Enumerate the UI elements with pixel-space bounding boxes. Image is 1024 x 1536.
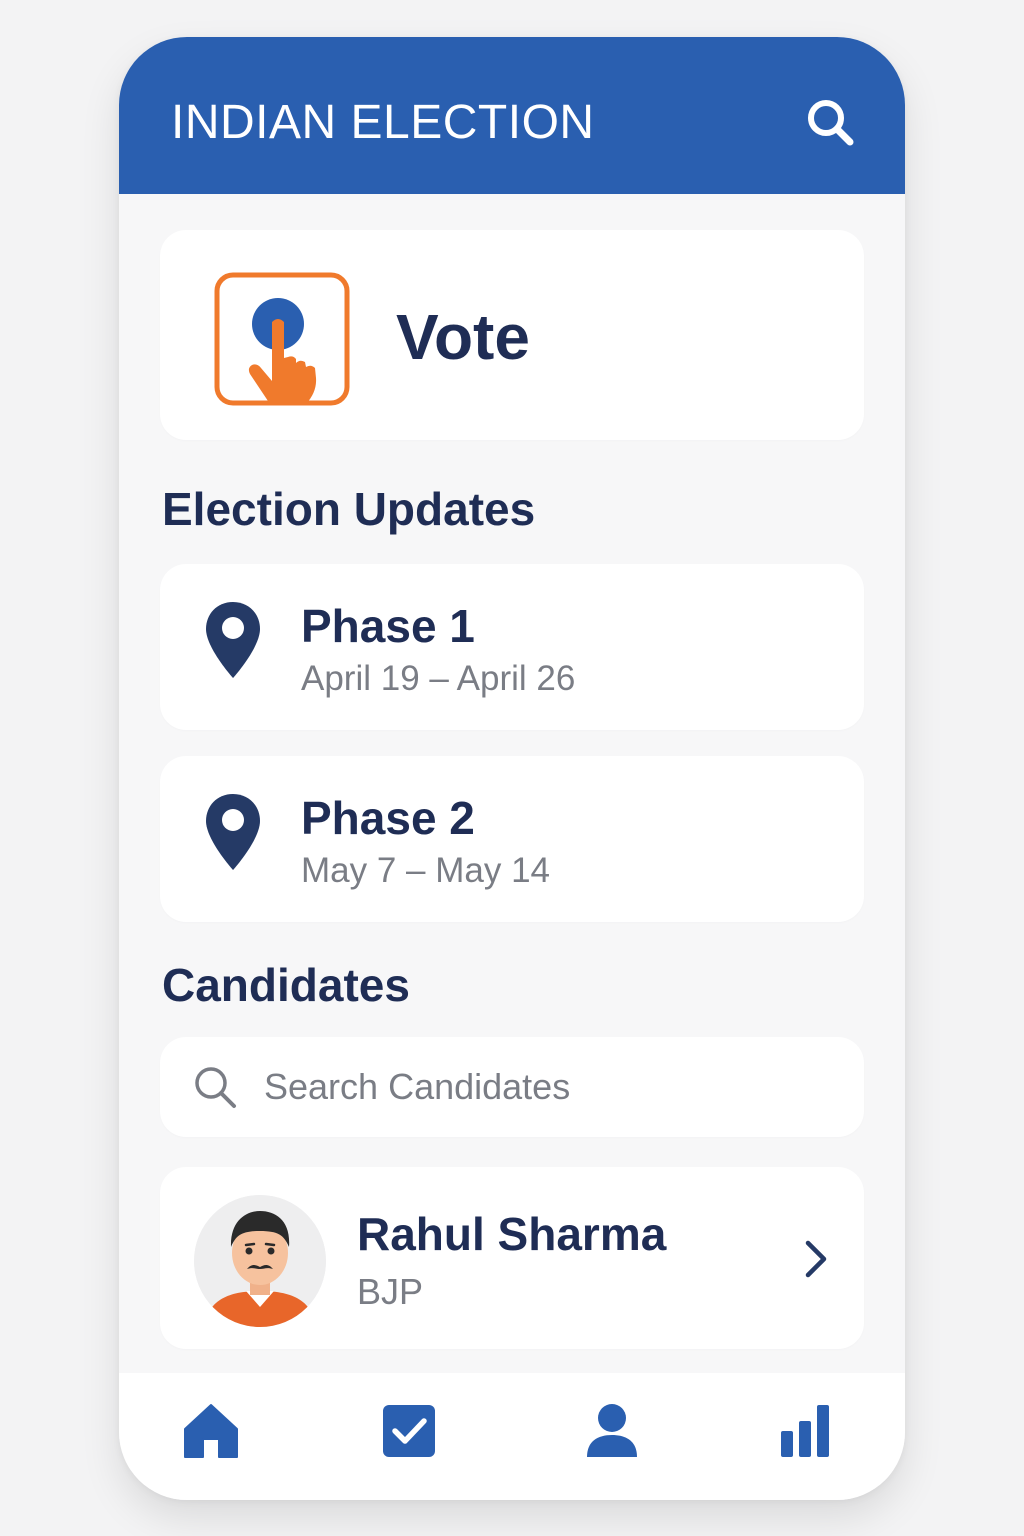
- election-updates-title: Election Updates: [162, 483, 536, 535]
- app-header: INDIAN ELECTION: [119, 37, 905, 194]
- bottom-navigation: [119, 1373, 905, 1500]
- phase-dates: April 19 – April 26: [301, 659, 576, 698]
- candidate-search-bar[interactable]: [160, 1037, 864, 1137]
- avatar: [194, 1195, 326, 1327]
- location-pin-icon: [204, 792, 262, 872]
- home-icon[interactable]: [181, 1401, 241, 1461]
- bar-chart-icon[interactable]: [777, 1401, 837, 1461]
- phase-name: Phase 1: [301, 600, 475, 652]
- phone-frame: INDIAN ELECTION Vote Election Updates Ph: [119, 37, 905, 1500]
- checkbox-icon[interactable]: [379, 1401, 439, 1461]
- vote-hand-icon: [214, 272, 350, 406]
- candidate-name: Rahul Sharma: [357, 1208, 667, 1260]
- search-icon: [192, 1064, 238, 1110]
- phase-dates: May 7 – May 14: [301, 851, 550, 890]
- location-pin-icon: [204, 600, 262, 680]
- phase-name: Phase 2: [301, 792, 475, 844]
- vote-card[interactable]: Vote: [160, 230, 864, 440]
- phase-card-1[interactable]: Phase 1 April 19 – April 26: [160, 564, 864, 730]
- search-input[interactable]: [264, 1063, 824, 1111]
- candidates-title: Candidates: [162, 959, 410, 1011]
- candidate-party: BJP: [357, 1271, 424, 1312]
- app-title: INDIAN ELECTION: [171, 96, 595, 149]
- candidate-card[interactable]: Rahul Sharma BJP: [160, 1167, 864, 1349]
- vote-label: Vote: [396, 301, 530, 373]
- user-icon[interactable]: [582, 1401, 642, 1461]
- chevron-right-icon[interactable]: [800, 1237, 832, 1281]
- search-icon[interactable]: [803, 95, 859, 151]
- phase-card-2[interactable]: Phase 2 May 7 – May 14: [160, 756, 864, 922]
